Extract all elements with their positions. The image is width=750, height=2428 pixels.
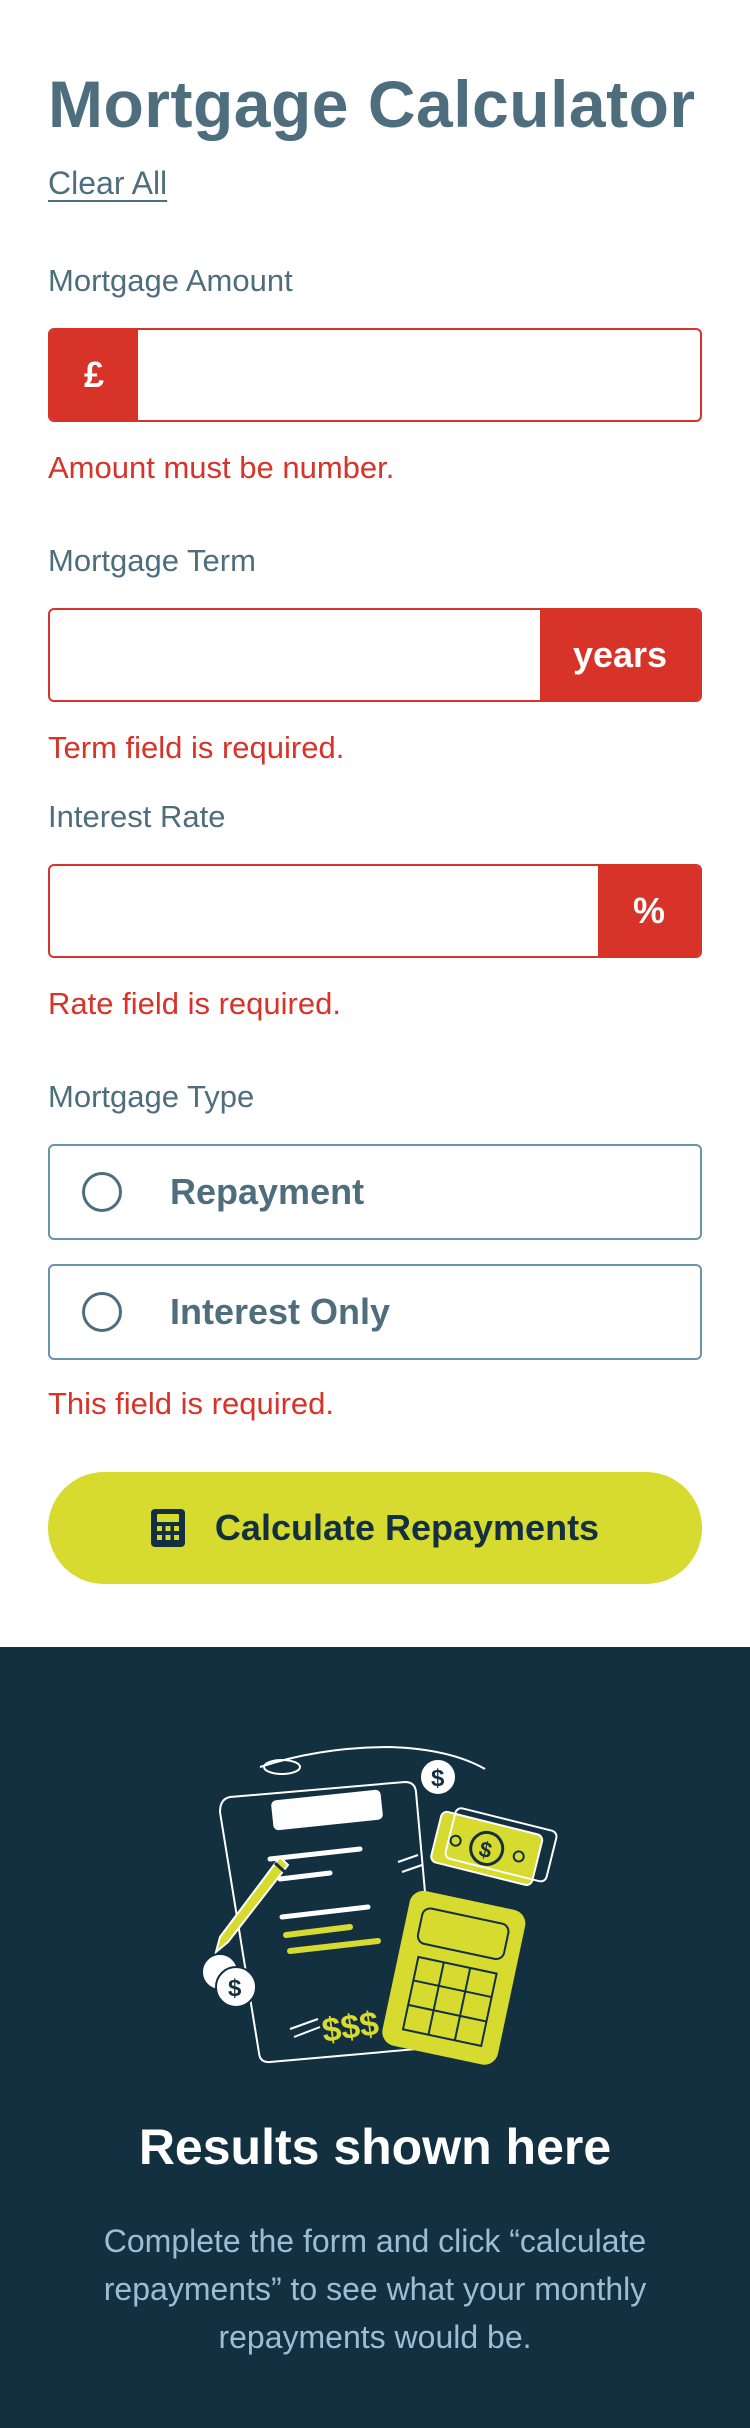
interest-rate-field: %: [48, 864, 702, 958]
mortgage-term-input[interactable]: [50, 610, 540, 700]
mortgage-term-field: years: [48, 608, 702, 702]
calculator-form: Mortgage Calculator Clear All Mortgage A…: [0, 0, 750, 1647]
page-title: Mortgage Calculator: [48, 67, 696, 141]
svg-text:$: $: [431, 1765, 445, 1792]
svg-text:$: $: [228, 1975, 242, 2002]
calculate-repayments-label: Calculate Repayments: [214, 1507, 600, 1548]
mortgage-amount-label: Mortgage Amount: [48, 263, 293, 298]
radio-icon[interactable]: [82, 1172, 122, 1212]
interest-only-option[interactable]: Interest Only: [48, 1264, 702, 1360]
mortgage-amount-field: £: [48, 328, 702, 422]
mortgage-term-label: Mortgage Term: [48, 543, 256, 578]
radio-icon[interactable]: [82, 1292, 122, 1332]
interest-rate-input[interactable]: [50, 866, 598, 956]
interest-rate-error: Rate field is required.: [48, 986, 341, 1021]
repayment-option[interactable]: Repayment: [48, 1144, 702, 1240]
calculator-icon: [150, 1509, 185, 1547]
mortgage-term-error: Term field is required.: [48, 730, 345, 765]
empty-results-illustration: $$$ $ $ $: [201, 1745, 558, 2065]
percent-suffix: %: [598, 866, 700, 956]
mortgage-amount-error: Amount must be number.: [48, 450, 395, 485]
mortgage-type-label: Mortgage Type: [48, 1079, 255, 1114]
calculate-repayments-button[interactable]: Calculate Repayments: [48, 1472, 702, 1584]
results-title: Results shown here: [138, 2119, 612, 2175]
mortgage-type-error: This field is required.: [48, 1386, 335, 1421]
years-suffix: years: [540, 610, 700, 700]
dollar-signs-text: $$$: [320, 2005, 382, 2051]
interest-only-option-label: Interest Only: [170, 1291, 391, 1332]
clear-all-link[interactable]: Clear All: [48, 163, 167, 203]
currency-prefix: £: [50, 330, 138, 420]
results-description: Complete the form and click “calculate r…: [103, 2223, 647, 2355]
interest-rate-label: Interest Rate: [48, 799, 226, 834]
repayment-option-label: Repayment: [170, 1171, 365, 1212]
results-panel: $$$ $ $ $ Results shown here Complete th…: [0, 1647, 750, 2428]
mortgage-amount-input[interactable]: [138, 330, 700, 420]
